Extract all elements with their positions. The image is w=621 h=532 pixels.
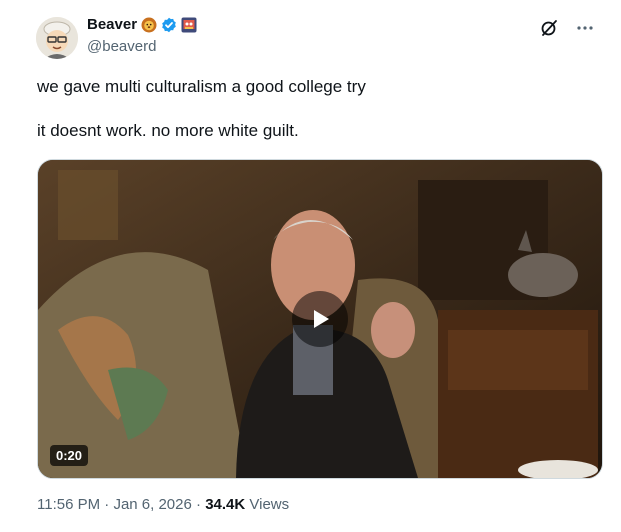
views-label: Views: [249, 496, 290, 513]
views-count: 34.4K: [205, 496, 246, 513]
author-name[interactable]: Beaver: [87, 16, 137, 33]
tweet-card: Beaver @beaverd we gave multi culturalis…: [0, 0, 621, 532]
author-handle[interactable]: @beaverd: [87, 38, 156, 55]
tweet-text-line: it doesnt work. no more white guilt.: [37, 121, 299, 140]
tweet-text-line: we gave multi culturalism a good college…: [37, 77, 366, 96]
grok-icon[interactable]: [539, 18, 559, 38]
tweet-actions-top: [539, 18, 595, 38]
video-duration: 0:20: [50, 445, 89, 466]
tweet-date[interactable]: Jan 6, 2026: [113, 496, 191, 513]
tweet-time[interactable]: 11:56 PM: [37, 496, 100, 513]
video-player[interactable]: 0:20: [37, 159, 603, 479]
tweet-meta: 11:56 PM · Jan 6, 2026 · 34.4K Views: [37, 496, 289, 513]
verified-check-icon[interactable]: [161, 17, 177, 33]
avatar[interactable]: [36, 17, 78, 59]
play-icon: [314, 310, 329, 328]
more-options-icon[interactable]: [575, 18, 595, 38]
community-badge-icon[interactable]: [181, 17, 197, 33]
author-name-row: Beaver: [87, 16, 197, 33]
lion-emoji-icon: [141, 17, 157, 33]
tweet-text: we gave multi culturalism a good college…: [37, 76, 577, 142]
play-button[interactable]: [292, 291, 348, 347]
meta-separator: ·: [196, 496, 202, 513]
meta-separator: ·: [104, 496, 110, 513]
